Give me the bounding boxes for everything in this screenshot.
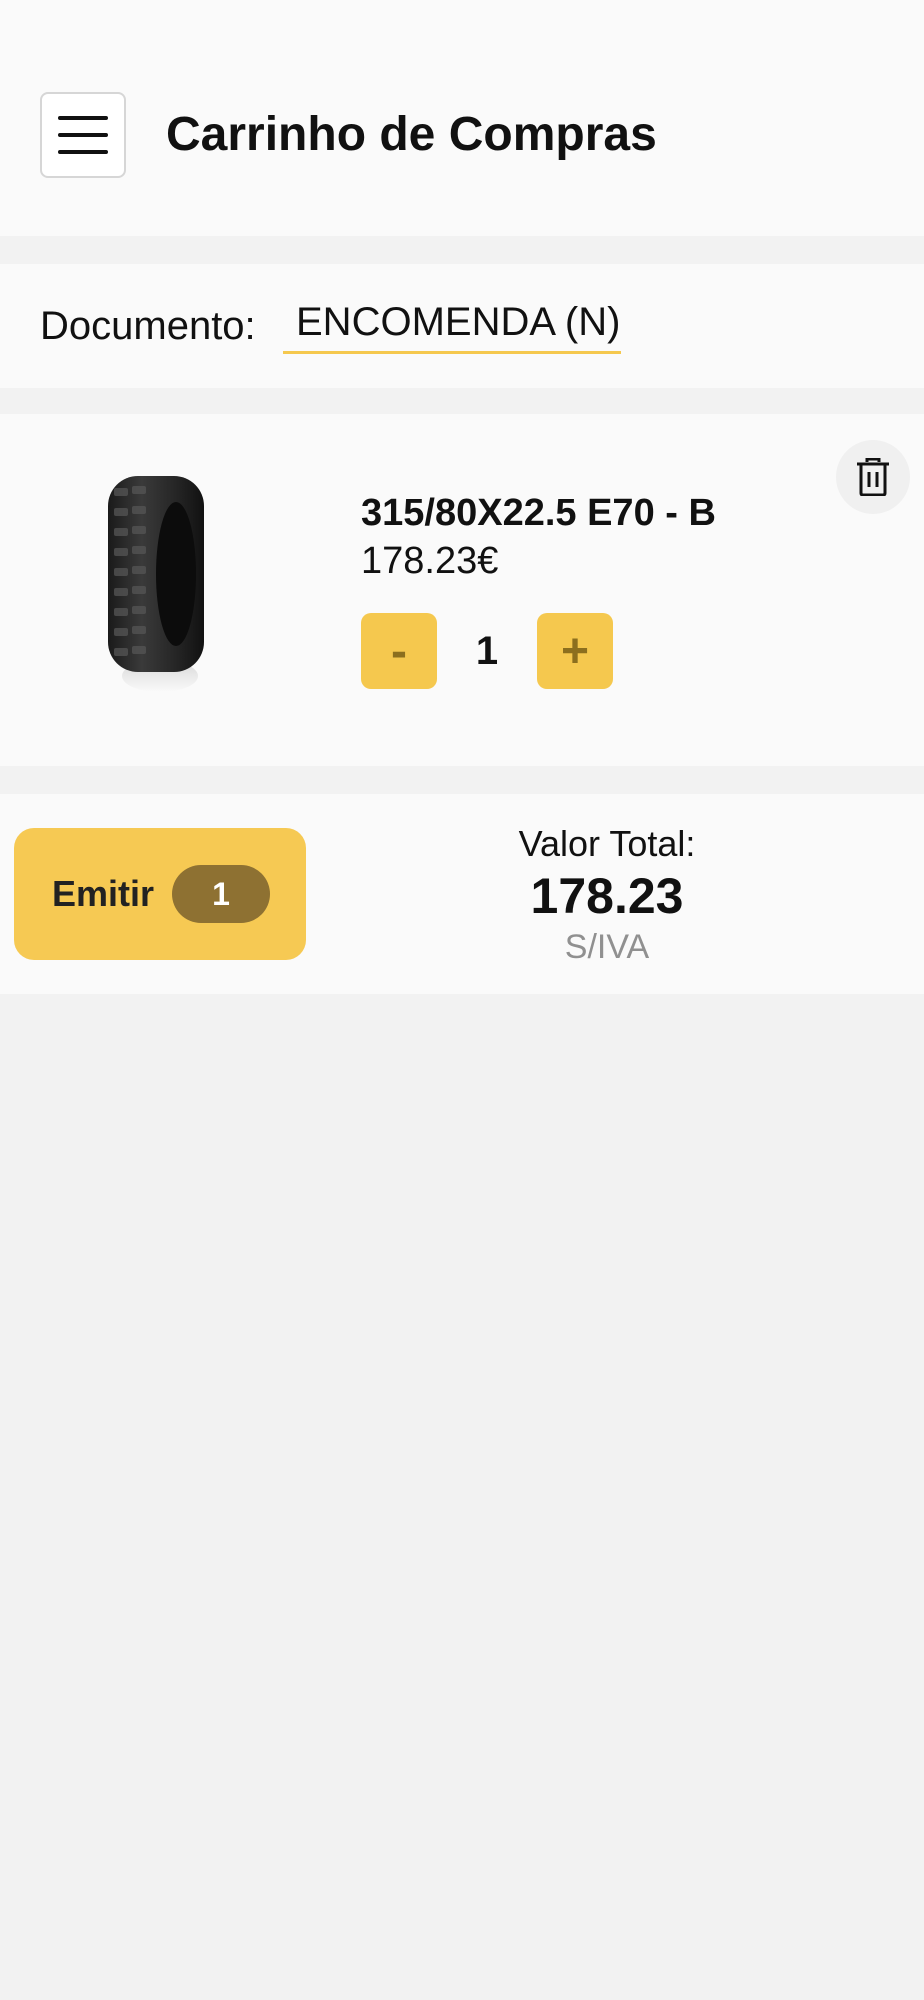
hamburger-menu-icon (58, 116, 108, 154)
minus-label: - (391, 624, 407, 678)
increase-quantity-button[interactable]: + (537, 613, 613, 689)
truck-tyre-image (108, 476, 204, 692)
delete-item-button[interactable] (836, 440, 910, 514)
order-summary: Emitir 1 Valor Total: 178.23 S/IVA (0, 794, 924, 994)
emit-count-badge: 1 (172, 865, 270, 923)
trash-icon (857, 458, 889, 496)
quantity-value: 1 (475, 628, 499, 673)
tax-note: S/IVA (564, 928, 650, 966)
app-header: Carrinho de Compras (0, 0, 924, 236)
item-name: 315/80X22.5 E70 - B (361, 492, 716, 534)
plus-label: + (560, 624, 590, 678)
document-type-value: ENCOMENDA (N) (296, 300, 621, 344)
total-label: Valor Total: (518, 823, 696, 864)
document-type-select[interactable]: ENCOMENDA (N) (283, 292, 621, 354)
document-panel: Documento: ENCOMENDA (N) (0, 264, 924, 388)
total-value: 178.23 (530, 868, 684, 924)
decrease-quantity-button[interactable]: - (361, 613, 437, 689)
menu-button[interactable] (40, 92, 126, 178)
document-label: Documento: (40, 304, 256, 348)
emit-label: Emitir (52, 873, 155, 914)
cart-item: 315/80X22.5 E70 - B 178.23€ - 1 + (0, 414, 924, 766)
emit-button[interactable]: Emitir 1 (14, 828, 306, 960)
page-title: Carrinho de Compras (166, 108, 657, 161)
item-price: 178.23€ (361, 540, 499, 582)
